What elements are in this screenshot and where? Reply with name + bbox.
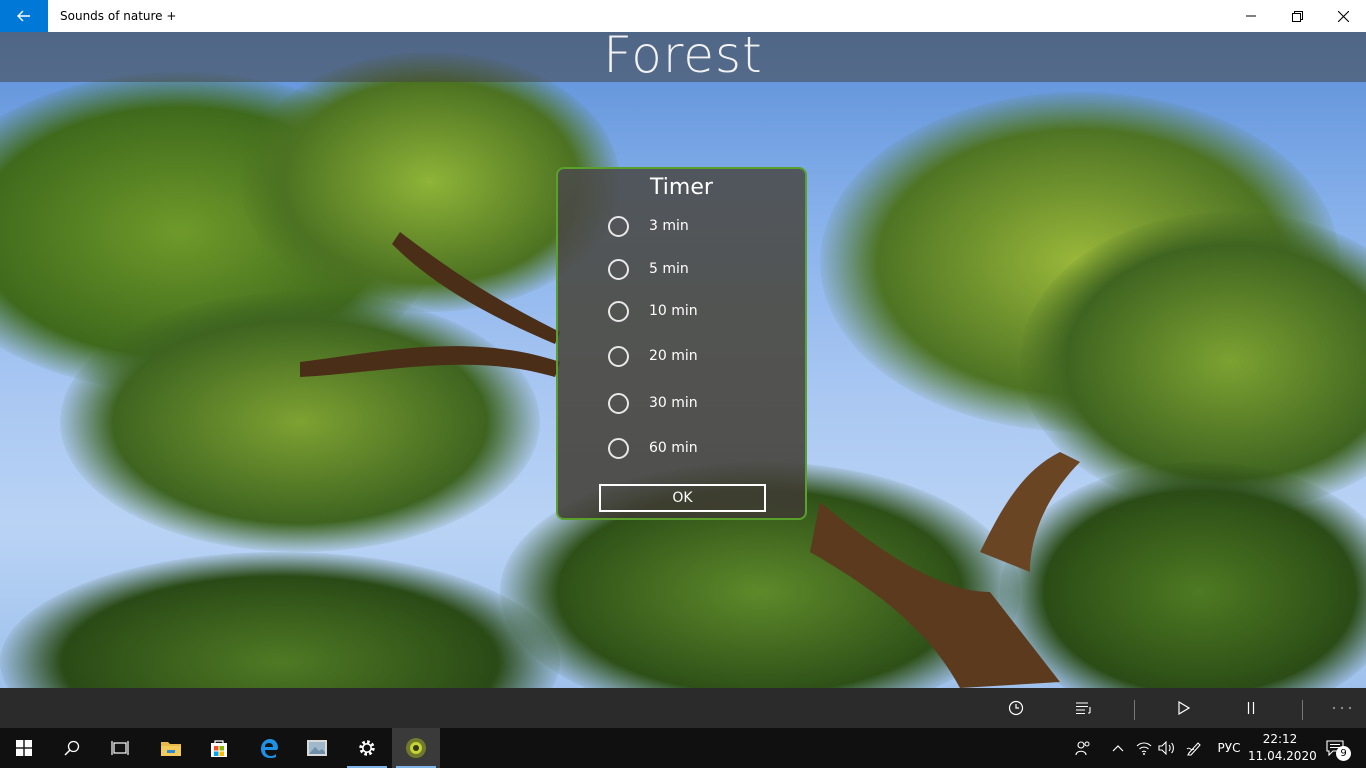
option-label: 10 min <box>649 303 698 319</box>
radio-button[interactable] <box>608 345 629 367</box>
notification-badge: 9 <box>1336 746 1351 761</box>
wifi-icon <box>1136 742 1152 755</box>
option-label: 30 min <box>649 395 698 411</box>
show-hidden-icons-button[interactable] <box>1108 728 1128 768</box>
option-label: 3 min <box>649 218 689 234</box>
playlist-icon <box>1076 702 1091 715</box>
search-button[interactable] <box>48 728 96 768</box>
ok-button[interactable]: OK <box>599 484 766 512</box>
more-button[interactable] <box>1322 688 1362 728</box>
sounds-of-nature-icon <box>406 738 426 758</box>
store-icon <box>211 740 227 757</box>
clock-icon <box>1008 700 1024 716</box>
volume-icon <box>1158 741 1174 755</box>
gear-icon <box>359 740 375 756</box>
radio-button[interactable] <box>608 258 629 280</box>
timer-option-10[interactable]: 10 min <box>608 299 698 323</box>
dialog-title: Timer <box>650 175 713 200</box>
chevron-up-icon <box>1112 745 1124 752</box>
timer-dialog: Timer 3 min 5 min 10 min 20 min 30 min 6… <box>556 167 807 520</box>
task-view-button[interactable] <box>96 728 144 768</box>
back-arrow-icon <box>17 10 30 22</box>
restore-icon <box>1291 10 1303 22</box>
pen-workspace-button[interactable] <box>1182 728 1206 768</box>
timer-option-20[interactable]: 20 min <box>608 344 698 368</box>
close-button[interactable] <box>1320 0 1366 32</box>
photos-button[interactable] <box>293 728 341 768</box>
minimize-icon <box>1246 15 1256 17</box>
task-view-icon <box>111 741 129 755</box>
timer-option-3[interactable]: 3 min <box>608 214 689 238</box>
windows-icon <box>16 740 32 756</box>
separator <box>1302 700 1303 720</box>
folder-icon <box>161 742 181 756</box>
timer-option-60[interactable]: 60 min <box>608 436 698 460</box>
back-button[interactable] <box>0 0 48 32</box>
pause-icon <box>1247 702 1255 714</box>
more-icon <box>1332 706 1352 710</box>
radio-button[interactable] <box>608 300 629 322</box>
option-label: 20 min <box>649 348 698 364</box>
action-center-button[interactable]: 9 <box>1318 728 1352 768</box>
scene-title: Forest <box>603 32 763 84</box>
pen-icon <box>1186 742 1201 756</box>
timer-option-30[interactable]: 30 min <box>608 391 698 415</box>
play-button[interactable] <box>1164 688 1204 728</box>
title-bar: Sounds of nature + <box>0 0 1366 32</box>
start-button[interactable] <box>0 728 48 768</box>
clock[interactable]: 22:12 11.04.2020 <box>1248 731 1317 765</box>
timer-button[interactable] <box>996 688 1036 728</box>
radio-button[interactable] <box>608 215 629 237</box>
people-icon <box>1075 741 1090 756</box>
date: 11.04.2020 <box>1248 749 1317 763</box>
restore-button[interactable] <box>1274 0 1320 32</box>
edge-icon <box>261 739 278 758</box>
close-icon <box>1337 10 1349 22</box>
taskbar: РУС 22:12 11.04.2020 9 <box>0 728 1366 768</box>
photos-icon <box>307 740 327 756</box>
search-icon <box>64 740 80 756</box>
store-button[interactable] <box>195 728 243 768</box>
edge-button[interactable] <box>245 728 293 768</box>
command-bar <box>0 688 1366 728</box>
playlist-button[interactable] <box>1064 688 1104 728</box>
network-button[interactable] <box>1134 728 1154 768</box>
option-label: 60 min <box>649 440 698 456</box>
sounds-of-nature-taskbar-button[interactable] <box>392 728 440 768</box>
volume-button[interactable] <box>1156 728 1178 768</box>
radio-button[interactable] <box>608 437 629 459</box>
radio-button[interactable] <box>608 392 629 414</box>
settings-button[interactable] <box>343 728 391 768</box>
minimize-button[interactable] <box>1228 0 1274 32</box>
people-button[interactable] <box>1070 728 1096 768</box>
time: 22:12 <box>1262 732 1298 746</box>
app-title: Sounds of nature + <box>60 9 177 23</box>
timer-option-5[interactable]: 5 min <box>608 257 689 281</box>
separator <box>1134 700 1135 720</box>
language-indicator[interactable]: РУС <box>1210 728 1248 768</box>
pause-button[interactable] <box>1231 688 1271 728</box>
play-icon <box>1178 701 1190 715</box>
file-explorer-button[interactable] <box>147 728 195 768</box>
option-label: 5 min <box>649 261 689 277</box>
